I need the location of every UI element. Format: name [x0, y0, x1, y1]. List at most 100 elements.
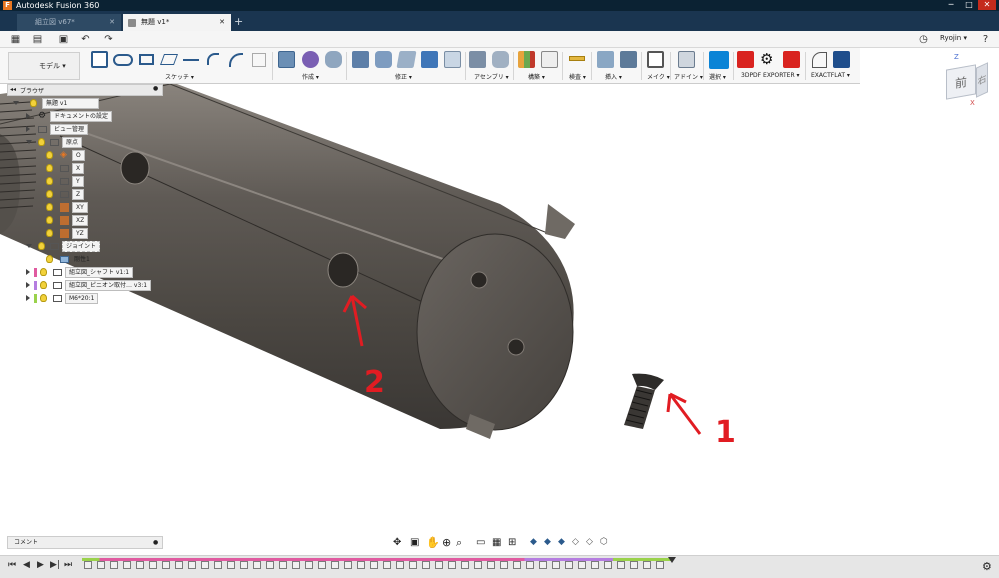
- zoom-icon[interactable]: ⊕: [442, 536, 451, 549]
- timeline-feature-icon[interactable]: [266, 561, 274, 569]
- timeline-feature-icon[interactable]: [383, 561, 391, 569]
- timeline-next-icon[interactable]: ▶|: [50, 560, 60, 570]
- tree-item-yz-plane[interactable]: YZ: [10, 228, 110, 239]
- timeline-feature-icon[interactable]: [643, 561, 651, 569]
- timeline-feature-icon[interactable]: [474, 561, 482, 569]
- 3dpdf-export-icon[interactable]: [737, 51, 754, 68]
- axis-xyz-icon[interactable]: [541, 51, 558, 68]
- close-tab-icon[interactable]: ✕: [109, 14, 115, 31]
- timeline-feature-icon[interactable]: [188, 561, 196, 569]
- insert-image-icon[interactable]: [597, 51, 614, 68]
- tree-root[interactable]: 無題 v1: [10, 98, 110, 109]
- expand-icon[interactable]: [26, 140, 32, 144]
- timeline-feature-icon[interactable]: [578, 561, 586, 569]
- timeline-feature-icon[interactable]: [396, 561, 404, 569]
- timeline-feature-icon[interactable]: [253, 561, 261, 569]
- viewcube[interactable]: 前 右 Z X: [938, 53, 990, 107]
- tab-assembly[interactable]: 組立図 v67* ✕: [17, 14, 121, 31]
- visibility-bulb-icon[interactable]: [30, 99, 37, 107]
- file-menu-icon[interactable]: ▤: [32, 34, 43, 45]
- timeline-first-icon[interactable]: ⏮: [8, 560, 16, 570]
- timeline-feature-icon[interactable]: [162, 561, 170, 569]
- create-sketch-icon[interactable]: [91, 51, 108, 68]
- timeline-feature-icon[interactable]: [487, 561, 495, 569]
- expand-icon[interactable]: [26, 126, 30, 132]
- visibility-bulb-icon[interactable]: [46, 255, 53, 263]
- chamfer-icon[interactable]: [396, 51, 417, 68]
- press-pull-icon[interactable]: [352, 51, 369, 68]
- browser-pin-icon[interactable]: ●: [153, 85, 158, 92]
- timeline-feature-icon[interactable]: [344, 561, 352, 569]
- maximize-button[interactable]: □: [960, 0, 978, 10]
- new-component-icon[interactable]: [469, 51, 486, 68]
- collapse-browser-icon[interactable]: ◂◂: [10, 86, 16, 93]
- redo-icon[interactable]: ↷: [103, 34, 114, 45]
- tree-item-origin-point[interactable]: ◈ O: [10, 150, 110, 161]
- expand-icon[interactable]: [13, 101, 19, 105]
- expand-icon[interactable]: [26, 282, 30, 288]
- environment-icon[interactable]: ◆: [544, 537, 551, 547]
- browser-panel-header[interactable]: ◂◂ ブラウザ ●: [7, 84, 163, 96]
- tree-item-component-pinion[interactable]: 組立図_ピニオン取付… v3:1: [10, 280, 170, 291]
- revolve-icon[interactable]: [325, 51, 342, 68]
- shaded-mode-icon[interactable]: ◆: [530, 537, 537, 547]
- timeline-feature-icon[interactable]: [500, 561, 508, 569]
- project-tool-icon[interactable]: [159, 54, 179, 65]
- minimize-button[interactable]: ─: [942, 0, 960, 10]
- timeline-feature-icon[interactable]: [591, 561, 599, 569]
- tree-item-component-shaft[interactable]: 組立図_シャフト v1:1: [10, 267, 170, 278]
- timeline-feature-icon[interactable]: [149, 561, 157, 569]
- insert-svg-icon[interactable]: [620, 51, 637, 68]
- shaft-end-face[interactable]: [416, 233, 574, 431]
- 3dpdf-options-icon[interactable]: [783, 51, 800, 68]
- expand-icon[interactable]: [26, 244, 32, 248]
- assemble-group-label[interactable]: アセンブリ ▾: [474, 72, 509, 81]
- timeline-feature-icon[interactable]: [97, 561, 105, 569]
- timeline-feature-icon[interactable]: [175, 561, 183, 569]
- timeline-feature-icon[interactable]: [656, 561, 664, 569]
- sphere-icon[interactable]: [302, 51, 319, 68]
- undo-icon[interactable]: ↶: [80, 34, 91, 45]
- arc-tool-icon[interactable]: [229, 53, 243, 67]
- look-at-icon[interactable]: ▣: [410, 537, 419, 548]
- timeline-feature-icon[interactable]: [123, 561, 131, 569]
- fillet-icon[interactable]: [375, 51, 392, 68]
- section-analysis-icon[interactable]: ◇: [572, 537, 579, 547]
- visibility-bulb-icon[interactable]: [46, 151, 53, 159]
- tree-item-origin[interactable]: 原点: [10, 137, 110, 148]
- timeline-feature-icon[interactable]: [552, 561, 560, 569]
- timeline-feature-icon[interactable]: [227, 561, 235, 569]
- 3dpdf-settings-gear-icon[interactable]: ⚙: [760, 51, 773, 68]
- exactflat-group-label[interactable]: EXACTFLAT ▾: [811, 72, 850, 79]
- comments-pin-icon[interactable]: ●: [153, 537, 158, 548]
- timeline-settings-gear-icon[interactable]: ⚙: [982, 560, 992, 573]
- 3d-print-icon[interactable]: [647, 51, 664, 68]
- orbit-icon[interactable]: ✥: [393, 537, 401, 548]
- inspect-group-label[interactable]: 検査 ▾: [569, 72, 586, 81]
- tree-item-y-axis[interactable]: Y: [10, 176, 110, 187]
- extrude-icon[interactable]: [278, 51, 295, 68]
- tree-item-doc-settings[interactable]: ⚙ ドキュメントの設定: [10, 111, 113, 122]
- job-status-clock-icon[interactable]: ◷: [918, 34, 929, 45]
- visibility-bulb-icon[interactable]: [40, 268, 47, 276]
- comments-panel-header[interactable]: コメント ●: [7, 536, 163, 549]
- visibility-bulb-icon[interactable]: [46, 229, 53, 237]
- addins-group-label[interactable]: アドイン ▾: [674, 72, 703, 81]
- timeline-feature-icon[interactable]: [305, 561, 313, 569]
- make-group-label[interactable]: メイク ▾: [647, 72, 670, 81]
- joint-icon[interactable]: [492, 51, 509, 68]
- tree-item-xz-plane[interactable]: XZ: [10, 215, 110, 226]
- viewcube-front-face[interactable]: 前: [946, 64, 976, 100]
- construct-group-label[interactable]: 構築 ▾: [528, 72, 545, 81]
- offset-tool-icon[interactable]: [183, 59, 199, 61]
- rectangle-tool-icon[interactable]: [139, 54, 154, 65]
- exactflat-upload-icon[interactable]: [833, 51, 850, 68]
- fit-zoom-icon[interactable]: ⌕: [456, 536, 462, 550]
- effects-icon[interactable]: ◆: [558, 537, 565, 547]
- close-window-button[interactable]: ✕: [978, 0, 996, 10]
- visibility-bulb-icon[interactable]: [46, 177, 53, 185]
- timeline-feature-icon[interactable]: [617, 561, 625, 569]
- workspace-switcher[interactable]: モデル ▾: [8, 52, 80, 80]
- visibility-bulb-icon[interactable]: [46, 164, 53, 172]
- measure-icon[interactable]: [569, 56, 585, 61]
